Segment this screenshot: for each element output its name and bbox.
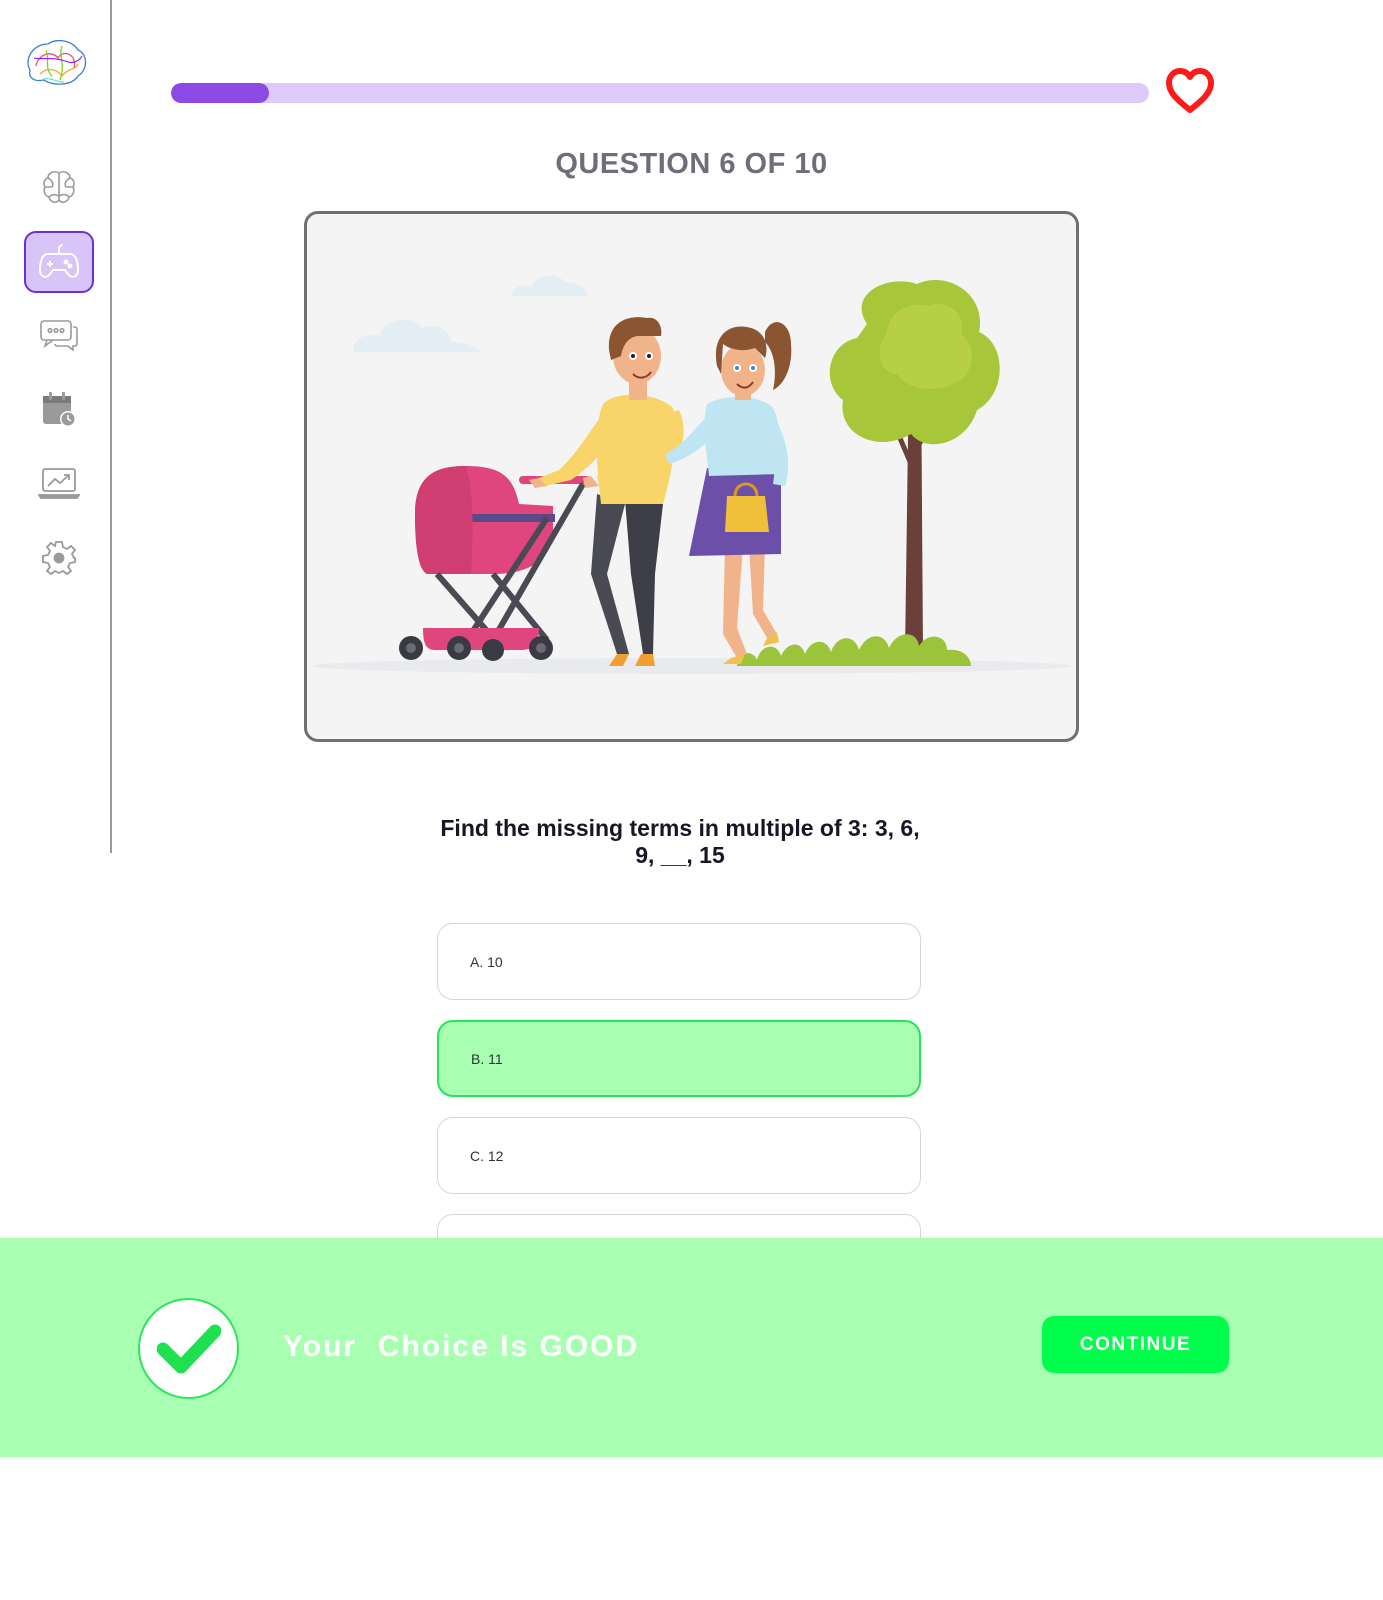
feedback-panel: Your Choice Is GOOD CONTINUE <box>0 1238 1383 1457</box>
sidebar-item-settings[interactable] <box>24 527 94 589</box>
question-illustration <box>304 211 1079 742</box>
brain-logo-icon[interactable] <box>22 36 90 92</box>
chat-bubbles-icon <box>40 320 78 352</box>
sidebar-item-schedule[interactable] <box>24 378 94 440</box>
answer-option-label: B. 11 <box>471 1050 503 1067</box>
sidebar-item-games[interactable] <box>24 231 94 293</box>
answer-option-label: C. 12 <box>470 1147 504 1164</box>
heart-icon <box>1166 68 1214 114</box>
quiz-progress-fill <box>171 83 269 103</box>
sidebar <box>0 0 112 853</box>
question-text: Find the missing terms in multiple of 3:… <box>440 815 920 868</box>
continue-button[interactable]: CONTINUE <box>1042 1316 1229 1373</box>
checkmark-icon <box>156 1324 221 1373</box>
quiz-progress-bar <box>171 83 1149 103</box>
feedback-message: Your Choice Is GOOD <box>283 1330 640 1363</box>
answer-option-c[interactable]: C. 12 <box>437 1117 921 1194</box>
answer-option-b[interactable]: B. 11 <box>437 1020 921 1097</box>
sidebar-item-progress[interactable] <box>24 452 94 514</box>
calendar-clock-icon <box>43 392 76 427</box>
laptop-chart-icon <box>38 468 80 499</box>
question-counter: QUESTION 6 OF 10 <box>555 148 828 180</box>
answer-option-label: A. 10 <box>470 953 503 970</box>
checkmark-badge <box>138 1298 239 1399</box>
answer-option-a[interactable]: A. 10 <box>437 923 921 1000</box>
gear-icon <box>42 541 77 576</box>
gamepad-icon <box>38 243 80 278</box>
sidebar-item-chat[interactable] <box>24 304 94 366</box>
